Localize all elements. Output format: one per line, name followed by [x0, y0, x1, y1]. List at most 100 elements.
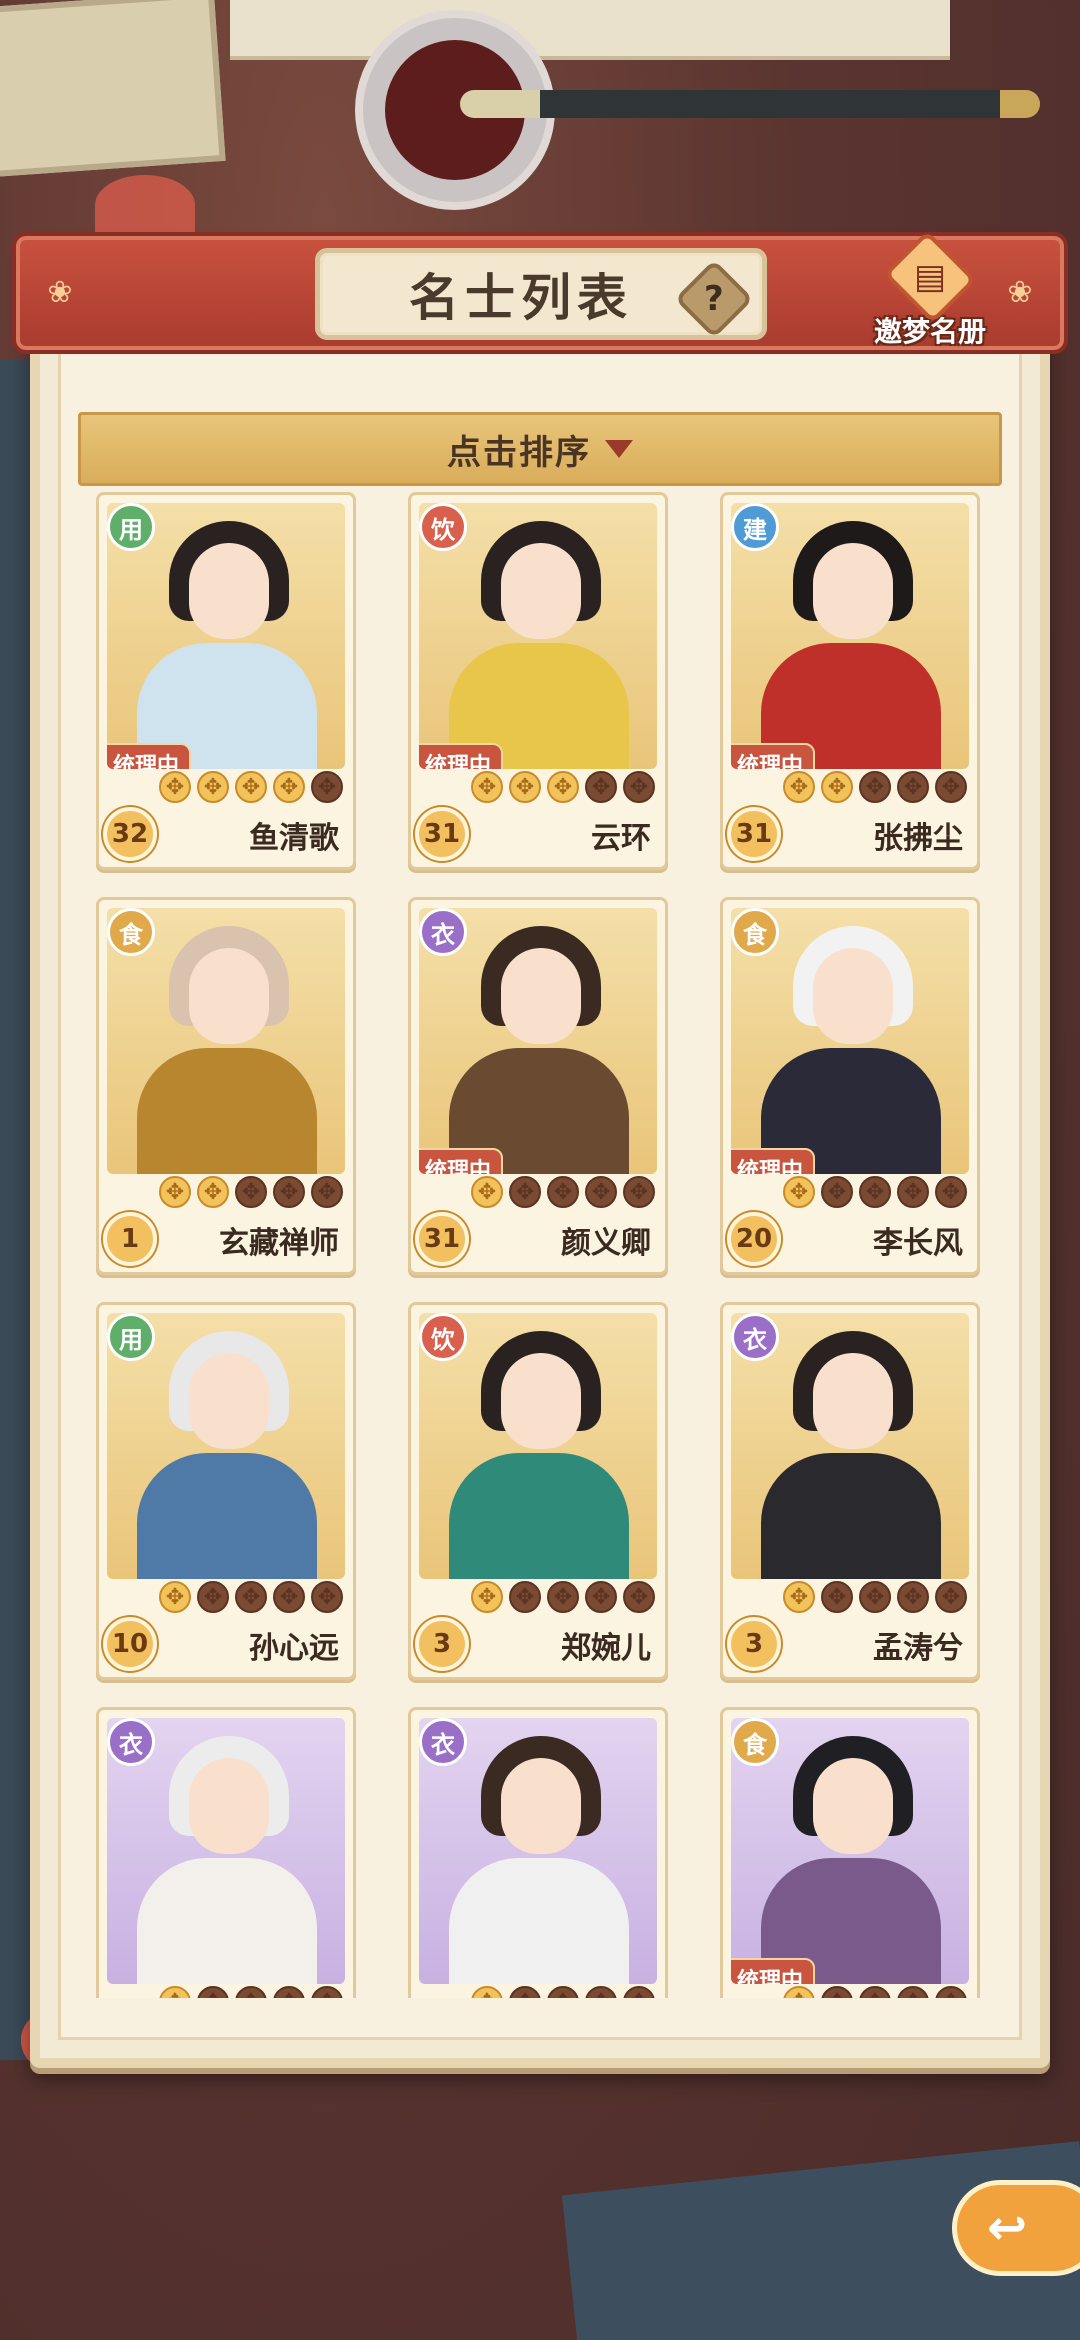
star-empty-icon: ✥ [897, 771, 929, 803]
level-badge: 1 [103, 1212, 157, 1266]
star-filled-icon: ✥ [821, 771, 853, 803]
portrait-face [501, 1758, 581, 1854]
portrait-face [189, 1758, 269, 1854]
star-empty-icon: ✥ [311, 1986, 343, 1998]
star-empty-icon: ✥ [547, 1986, 579, 1998]
star-empty-icon: ✥ [935, 1581, 967, 1613]
celebrity-card[interactable]: 衣统理中 ✥ ✥ ✥ ✥ ✥ 31 颜义卿 [408, 897, 668, 1275]
star-empty-icon: ✥ [859, 1581, 891, 1613]
celebrity-card[interactable]: 饮 ✥ ✥ ✥ ✥ ✥ 3 郑婉儿 [408, 1302, 668, 1680]
star-empty-icon: ✥ [509, 1581, 541, 1613]
star-empty-icon: ✥ [235, 1176, 267, 1208]
brush-decoration [460, 90, 1040, 118]
star-empty-icon: ✥ [273, 1986, 305, 1998]
desk-book [0, 0, 226, 179]
star-empty-icon: ✥ [935, 1986, 967, 1998]
portrait-face [189, 1353, 269, 1449]
dream-roster-button[interactable]: ▤ 邀梦名册 [870, 230, 990, 350]
star-filled-icon: ✥ [471, 1581, 503, 1613]
portrait-face [501, 1353, 581, 1449]
celebrity-card[interactable]: 衣 ✥ ✥ ✥ ✥ ✥ [96, 1707, 356, 1998]
star-filled-icon: ✥ [159, 1581, 191, 1613]
star-filled-icon: ✥ [159, 771, 191, 803]
celebrity-name: 鱼清歌 [249, 821, 339, 856]
star-filled-icon: ✥ [783, 1581, 815, 1613]
back-arrow-icon: ↩ [987, 2200, 1028, 2256]
sort-button[interactable]: 点击排序 [78, 412, 1002, 486]
star-empty-icon: ✥ [821, 1176, 853, 1208]
rank-stars: ✥✥✥✥✥ [471, 1581, 661, 1613]
star-filled-icon: ✥ [783, 771, 815, 803]
level-badge: 3 [415, 1617, 469, 1671]
category-badge: 衣 [107, 1718, 155, 1766]
star-empty-icon: ✥ [859, 1176, 891, 1208]
managing-tag: 统理中 [419, 1148, 504, 1174]
star-empty-icon: ✥ [273, 1176, 305, 1208]
star-filled-icon: ✥ [273, 771, 305, 803]
celebrity-card[interactable]: 用 ✥ ✥ ✥ ✥ ✥ 10 孙心远 [96, 1302, 356, 1680]
celebrity-card[interactable]: 衣 ✥ ✥ ✥ ✥ ✥ 3 孟涛兮 [720, 1302, 980, 1680]
celebrity-portrait: 食统理中 [731, 1718, 969, 1984]
celebrity-card[interactable]: 用统理中 ✥ ✥ ✥ ✥ ✥ 32 鱼清歌 [96, 492, 356, 870]
celebrity-portrait: 用统理中 [107, 503, 345, 769]
portrait-face [189, 948, 269, 1044]
rank-stars: ✥✥✥✥✥ [471, 771, 661, 803]
star-filled-icon: ✥ [471, 1176, 503, 1208]
star-filled-icon: ✥ [783, 1176, 815, 1208]
category-badge: 用 [107, 1313, 155, 1361]
managing-tag: 统理中 [731, 1148, 816, 1174]
star-empty-icon: ✥ [197, 1986, 229, 1998]
celebrity-name: 孙心远 [249, 1631, 339, 1666]
celebrity-portrait: 衣 [419, 1718, 657, 1984]
portrait-face [501, 948, 581, 1044]
star-empty-icon: ✥ [235, 1581, 267, 1613]
category-badge: 食 [731, 1718, 779, 1766]
level-badge: 20 [727, 1212, 781, 1266]
star-empty-icon: ✥ [623, 1176, 655, 1208]
celebrity-card[interactable]: 食 ✥ ✥ ✥ ✥ ✥ 1 玄藏禅师 [96, 897, 356, 1275]
star-empty-icon: ✥ [273, 1581, 305, 1613]
star-empty-icon: ✥ [935, 771, 967, 803]
back-button[interactable]: ↩ [952, 2180, 1080, 2276]
star-empty-icon: ✥ [311, 1581, 343, 1613]
chevron-down-icon [605, 440, 633, 458]
star-empty-icon: ✥ [935, 1176, 967, 1208]
star-empty-icon: ✥ [859, 771, 891, 803]
star-empty-icon: ✥ [509, 1986, 541, 1998]
portrait-face [189, 543, 269, 639]
category-badge: 食 [731, 908, 779, 956]
celebrity-portrait: 衣 [107, 1718, 345, 1984]
star-filled-icon: ✥ [547, 771, 579, 803]
category-badge: 衣 [731, 1313, 779, 1361]
celebrity-card[interactable]: 饮统理中 ✥ ✥ ✥ ✥ ✥ 31 云环 [408, 492, 668, 870]
portrait-face [501, 543, 581, 639]
ornament-icon: ❀ [1007, 275, 1033, 310]
star-filled-icon: ✥ [159, 1176, 191, 1208]
celebrity-card[interactable]: 衣 ✥ ✥ ✥ ✥ ✥ [408, 1707, 668, 1998]
star-empty-icon: ✥ [585, 1986, 617, 1998]
portrait-face [813, 1353, 893, 1449]
portrait-robe [137, 1048, 317, 1174]
level-badge: 31 [727, 807, 781, 861]
star-filled-icon: ✥ [159, 1986, 191, 1998]
star-empty-icon: ✥ [585, 771, 617, 803]
star-filled-icon: ✥ [197, 1176, 229, 1208]
celebrity-card[interactable]: 食统理中 ✥ ✥ ✥ ✥ ✥ 20 李长风 [720, 897, 980, 1275]
celebrity-card[interactable]: 建统理中 ✥ ✥ ✥ ✥ ✥ 31 张拂尘 [720, 492, 980, 870]
desk-scroll [230, 0, 950, 60]
rank-stars: ✥✥✥✥✥ [159, 771, 349, 803]
managing-tag: 统理中 [731, 1958, 816, 1984]
celebrity-card[interactable]: 食统理中 ✥ ✥ ✥ ✥ ✥ [720, 1707, 980, 1998]
portrait-robe [137, 1858, 317, 1984]
help-button[interactable]: ? [674, 259, 754, 339]
star-empty-icon: ✥ [821, 1581, 853, 1613]
category-badge: 建 [731, 503, 779, 551]
rank-stars: ✥ ✥ ✥ ✥ ✥ [159, 1986, 349, 1998]
star-empty-icon: ✥ [547, 1176, 579, 1208]
celebrity-portrait: 食 [107, 908, 345, 1174]
star-empty-icon: ✥ [235, 1986, 267, 1998]
star-filled-icon: ✥ [509, 771, 541, 803]
rank-stars: ✥✥✥✥✥ [159, 1176, 349, 1208]
category-badge: 饮 [419, 503, 467, 551]
star-filled-icon: ✥ [471, 1986, 503, 1998]
